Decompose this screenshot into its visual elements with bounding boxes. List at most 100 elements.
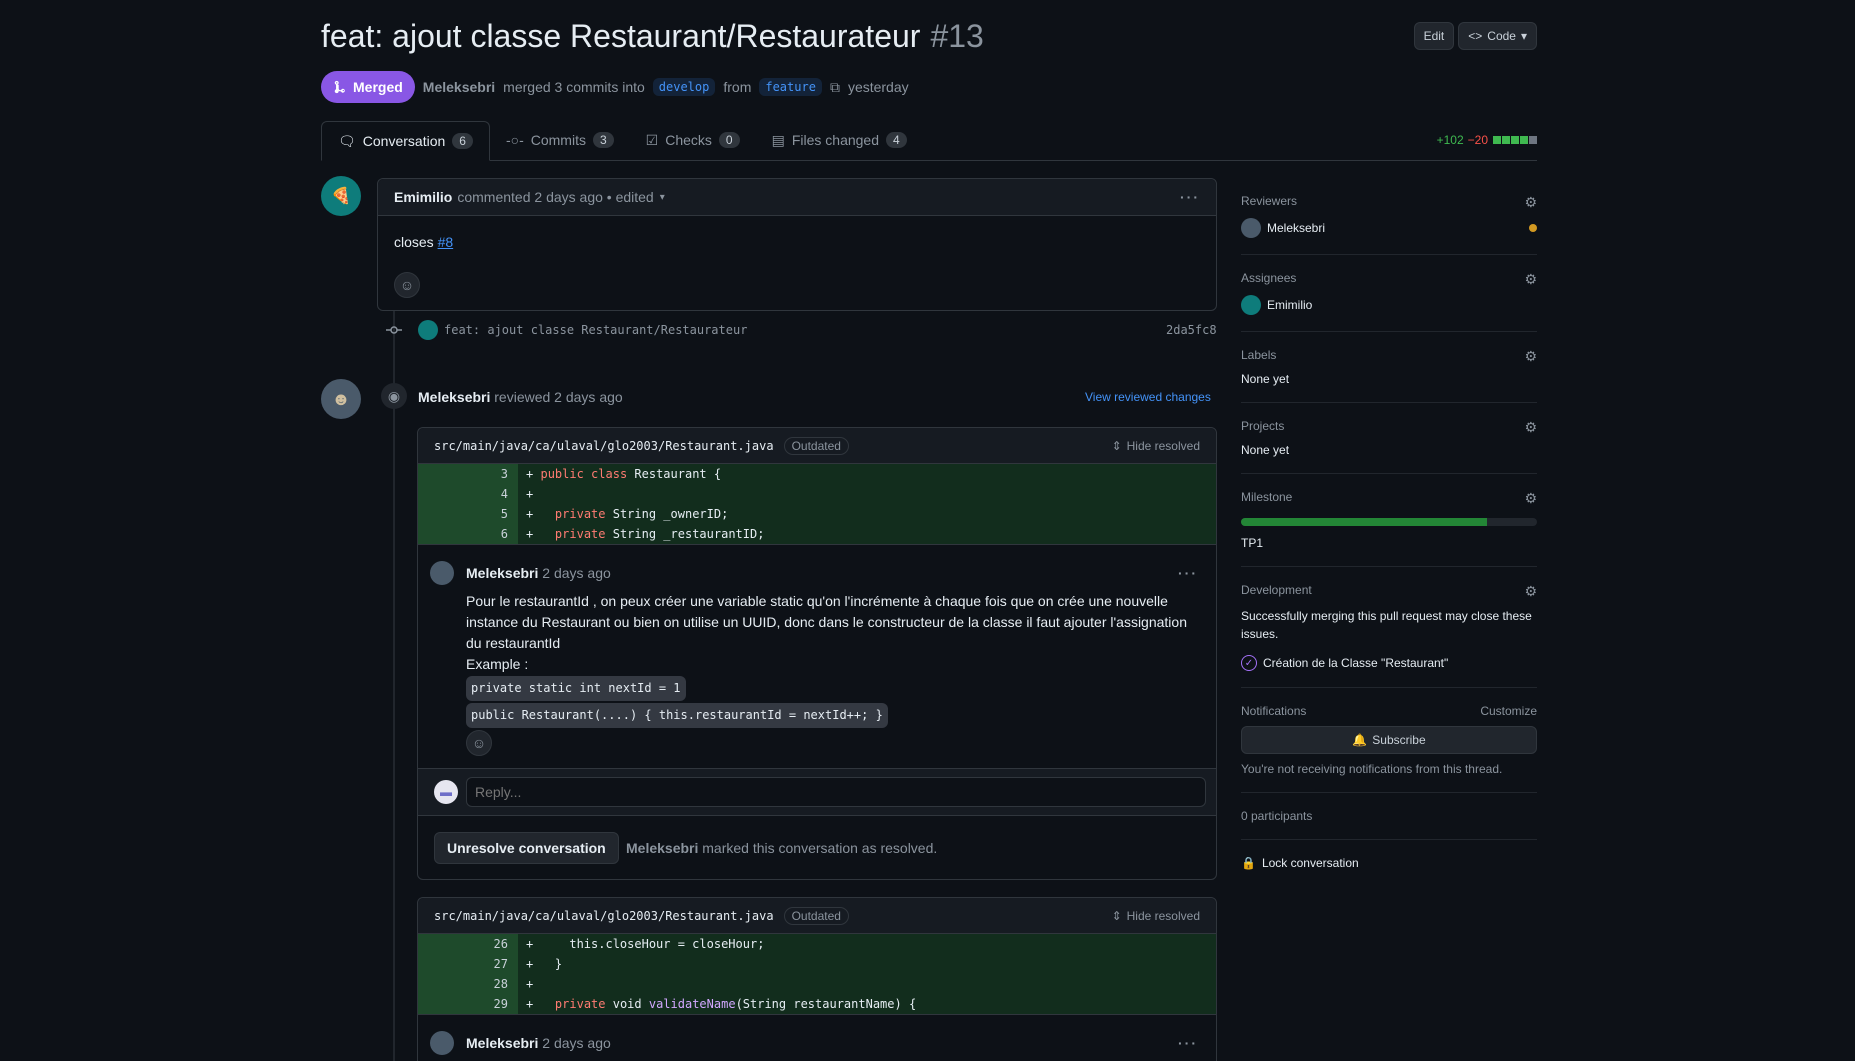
hide-resolved-button[interactable]: ⇕ Hide resolved — [1112, 439, 1200, 453]
base-branch[interactable]: develop — [652, 78, 716, 96]
gear-icon[interactable]: ⚙ — [1524, 194, 1537, 211]
commit-sha[interactable]: 2da5fc8 — [1166, 323, 1217, 337]
lock-conversation-link[interactable]: 🔒 Lock conversation — [1241, 856, 1537, 870]
line-code: + private String _ownerID; — [518, 504, 1216, 524]
merge-time: yesterday — [847, 79, 909, 95]
tab-label: Files changed — [791, 132, 880, 148]
line-number[interactable]: 27 — [418, 954, 518, 974]
reply-input[interactable] — [466, 777, 1206, 807]
line-number[interactable]: 29 — [418, 994, 518, 1014]
tab-counter: 0 — [718, 132, 740, 148]
tab-label: Checks — [665, 132, 712, 148]
line-number[interactable]: 4 — [418, 484, 518, 504]
gear-icon[interactable]: ⚙ — [1524, 348, 1537, 365]
comment-body: closes — [394, 234, 434, 250]
tab-checks[interactable]: ☑ Checks 0 — [630, 120, 756, 160]
line-code: + private String _restaurantID; — [518, 524, 1216, 544]
commit-message[interactable]: feat: ajout classe Restaurant/Restaurate… — [444, 323, 747, 337]
line-number[interactable]: 3 — [418, 464, 518, 484]
milestone-name[interactable]: TP1 — [1241, 536, 1537, 550]
kebab-icon[interactable]: ··· — [1178, 565, 1198, 581]
linked-issue[interactable]: Création de la Classe "Restaurant" — [1263, 656, 1448, 670]
pr-tabs: 🗨 Conversation 6 -○- Commits 3 ☑ Checks … — [321, 121, 1537, 161]
line-number[interactable]: 5 — [418, 504, 518, 524]
review-author[interactable]: Meleksebri — [418, 389, 490, 405]
milestone-section: Milestone ⚙ TP1 — [1241, 474, 1537, 567]
smiley-icon[interactable]: ☺ — [394, 272, 420, 298]
resolve-row: Unresolve conversation Meleksebri marked… — [418, 815, 1216, 879]
diff-line: 6 + private String _restaurantID; — [418, 524, 1216, 544]
projects-title[interactable]: Projects — [1241, 419, 1537, 433]
code-button[interactable]: <> Code ▾ — [1458, 22, 1537, 50]
comment-discussion-icon: 🗨 — [338, 132, 356, 149]
issue-closed-icon: ✓ — [1241, 655, 1257, 671]
gear-icon[interactable]: ⚙ — [1524, 490, 1537, 507]
assignees-title[interactable]: Assignees — [1241, 271, 1537, 285]
copy-icon[interactable]: ⧉ — [830, 79, 840, 96]
head-branch[interactable]: feature — [759, 78, 822, 96]
caret-down-icon: ▾ — [1520, 29, 1527, 43]
labels-title[interactable]: Labels — [1241, 348, 1537, 362]
comment-author[interactable]: Meleksebri — [466, 1035, 538, 1051]
bell-icon: 🔔 — [1352, 733, 1368, 747]
emimilio-avatar[interactable]: 🍕 — [321, 176, 361, 216]
tab-label: Conversation — [362, 133, 446, 149]
tab-conversation[interactable]: 🗨 Conversation 6 — [321, 121, 490, 161]
development-title[interactable]: Development — [1241, 583, 1537, 597]
tab-commits[interactable]: -○- Commits 3 — [490, 120, 630, 160]
line-number[interactable]: 26 — [418, 934, 518, 954]
line-number[interactable]: 6 — [418, 524, 518, 544]
fold-icon: ⇕ — [1111, 438, 1122, 453]
comment-author[interactable]: Emimilio — [394, 189, 452, 205]
diff-file-header: src/main/java/ca/ulaval/glo2003/Restaura… — [418, 898, 1216, 934]
meleksebri-avatar[interactable]: ☻ — [321, 379, 361, 419]
subscribe-label: Subscribe — [1372, 733, 1426, 747]
subscribe-button[interactable]: 🔔 Subscribe — [1241, 726, 1537, 754]
diff-hunk: 3 + public class Restaurant { 4 + 5 + pr… — [418, 464, 1216, 544]
code-icon: <> — [1468, 29, 1483, 43]
tab-files-changed[interactable]: ▤ Files changed 4 — [756, 120, 923, 160]
diff-line: 29 + private void validateName(String re… — [418, 994, 1216, 1014]
assignee-name[interactable]: Emimilio — [1267, 298, 1312, 312]
customize-link[interactable]: Customize — [1480, 704, 1537, 718]
review-comment: Meleksebri 2 days ago ··· — [418, 1014, 1216, 1061]
comment-author[interactable]: Meleksebri — [466, 565, 538, 581]
current-user-avatar[interactable]: ▬ — [434, 780, 458, 804]
merge-icon — [334, 80, 345, 94]
gear-icon[interactable]: ⚙ — [1524, 419, 1537, 436]
diff-hunk: 26 + this.closeHour = closeHour; 27 + } … — [418, 934, 1216, 1014]
development-section: Development ⚙ Successfully merging this … — [1241, 567, 1537, 688]
file-path[interactable]: src/main/java/ca/ulaval/glo2003/Restaura… — [434, 439, 774, 453]
edit-button[interactable]: Edit — [1413, 22, 1455, 50]
line-code: + private void validateName(String resta… — [518, 994, 1216, 1014]
meleksebri-avatar[interactable] — [430, 1031, 454, 1055]
issue-link[interactable]: #8 — [438, 234, 454, 250]
gear-icon[interactable]: ⚙ — [1524, 583, 1537, 600]
commit-author-avatar[interactable] — [418, 320, 438, 340]
tab-counter: 4 — [886, 132, 907, 148]
smiley-icon[interactable]: ☺ — [466, 730, 492, 756]
resolved-by[interactable]: Meleksebri — [626, 840, 698, 856]
kebab-icon[interactable]: ··· — [1180, 189, 1200, 205]
file-path[interactable]: src/main/java/ca/ulaval/glo2003/Restaura… — [434, 909, 774, 923]
reviewers-title[interactable]: Reviewers — [1241, 194, 1537, 208]
notifications-text: You're not receiving notifications from … — [1241, 762, 1503, 776]
merge-author[interactable]: Meleksebri — [423, 79, 495, 95]
chevron-down-icon[interactable]: ▾ — [660, 192, 665, 203]
milestone-title[interactable]: Milestone — [1241, 490, 1537, 504]
meleksebri-avatar[interactable] — [430, 561, 454, 585]
reviewer-name[interactable]: Meleksebri — [1267, 221, 1325, 235]
line-number[interactable]: 28 — [418, 974, 518, 994]
assignee-avatar[interactable] — [1241, 295, 1261, 315]
kebab-icon[interactable]: ··· — [1178, 1035, 1198, 1051]
hide-resolved-button[interactable]: ⇕ Hide resolved — [1112, 909, 1200, 923]
view-reviewed-changes-link[interactable]: View reviewed changes — [1085, 390, 1211, 404]
unresolve-conversation-button[interactable]: Unresolve conversation — [434, 832, 619, 864]
line-code: + — [518, 974, 1216, 994]
line-code: + this.closeHour = closeHour; — [518, 934, 1216, 954]
reviewer-avatar[interactable] — [1241, 218, 1261, 238]
outdated-label: Outdated — [783, 906, 849, 925]
review-thread-1: src/main/java/ca/ulaval/glo2003/Restaura… — [417, 427, 1217, 880]
review-thread-2: src/main/java/ca/ulaval/glo2003/Restaura… — [417, 897, 1217, 1061]
gear-icon[interactable]: ⚙ — [1524, 271, 1537, 288]
